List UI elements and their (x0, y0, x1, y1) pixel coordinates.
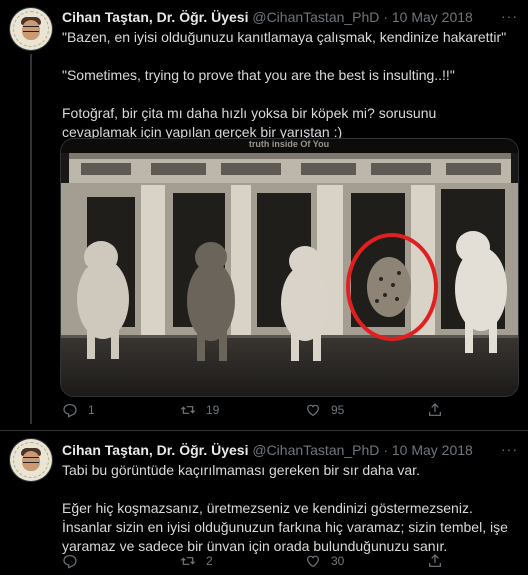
retweet-count: 2 (206, 554, 213, 568)
reply-button[interactable] (62, 553, 88, 569)
reply-icon (63, 555, 77, 569)
tweet-paragraph: Eğer hiç koşmazsanız, üretmezseniz ve ke… (62, 500, 508, 554)
reply-icon (63, 404, 77, 418)
tweet-header: Cihan Taştan, Dr. Öğr. Üyesi @CihanTasta… (62, 9, 473, 25)
retweet-button[interactable]: 19 (180, 402, 219, 418)
avatar-glasses (23, 26, 39, 32)
author-handle[interactable]: @CihanTastan_PhD (252, 9, 379, 25)
more-options-icon[interactable]: ··· (501, 8, 518, 24)
retweet-icon (180, 406, 196, 414)
photo-watermark: truth inside Of You (249, 139, 329, 149)
share-icon (429, 554, 441, 567)
tweet-photo[interactable]: truth inside Of You (60, 138, 519, 397)
heart-icon (307, 404, 319, 417)
reply-button[interactable]: 1 (62, 402, 95, 418)
tweet-paragraph: Fotoğraf, bir çita mı daha hızlı yoksa b… (62, 105, 437, 140)
tweet-actions: 2 30 (62, 553, 502, 571)
share-button[interactable] (427, 553, 443, 569)
heart-icon (307, 555, 319, 568)
share-button[interactable] (427, 402, 443, 418)
retweet-button[interactable]: 2 (180, 553, 213, 569)
tweet-2[interactable]: Cihan Taştan, Dr. Öğr. Üyesi @CihanTasta… (0, 431, 528, 573)
tweet-paragraph: "Sometimes, trying to prove that you are… (62, 67, 455, 83)
tweet-header: Cihan Taştan, Dr. Öğr. Üyesi @CihanTasta… (62, 442, 473, 458)
author-handle[interactable]: @CihanTastan_PhD (252, 442, 379, 458)
tweet-actions: 1 19 95 (62, 402, 502, 420)
tweet-date[interactable]: 10 May 2018 (392, 9, 473, 25)
tweet-paragraph: Tabi bu görüntüde kaçırılmaması gereken … (62, 462, 420, 478)
retweet-icon (180, 557, 196, 565)
tweet-paragraph: "Bazen, en iyisi olduğunuzu kanıtlamaya … (62, 29, 507, 45)
tweet-1[interactable]: Cihan Taştan, Dr. Öğr. Üyesi @CihanTasta… (0, 0, 528, 430)
like-button[interactable]: 95 (305, 402, 344, 418)
reply-count: 1 (88, 403, 95, 417)
author-avatar[interactable] (10, 8, 52, 50)
header-separator: · (383, 442, 388, 458)
header-separator: · (383, 9, 388, 25)
share-icon (429, 403, 441, 416)
like-count: 95 (331, 403, 345, 417)
thread-line (30, 54, 32, 424)
author-name[interactable]: Cihan Taştan, Dr. Öğr. Üyesi (62, 442, 248, 458)
race-photo: truth inside Of You (61, 139, 518, 396)
avatar-glasses (23, 457, 39, 463)
author-name[interactable]: Cihan Taştan, Dr. Öğr. Üyesi (62, 9, 248, 25)
retweet-count: 19 (206, 403, 220, 417)
tweet-date[interactable]: 10 May 2018 (392, 442, 473, 458)
more-options-icon[interactable]: ··· (501, 441, 518, 457)
author-avatar[interactable] (10, 439, 52, 481)
like-count: 30 (331, 554, 345, 568)
like-button[interactable]: 30 (305, 553, 344, 569)
